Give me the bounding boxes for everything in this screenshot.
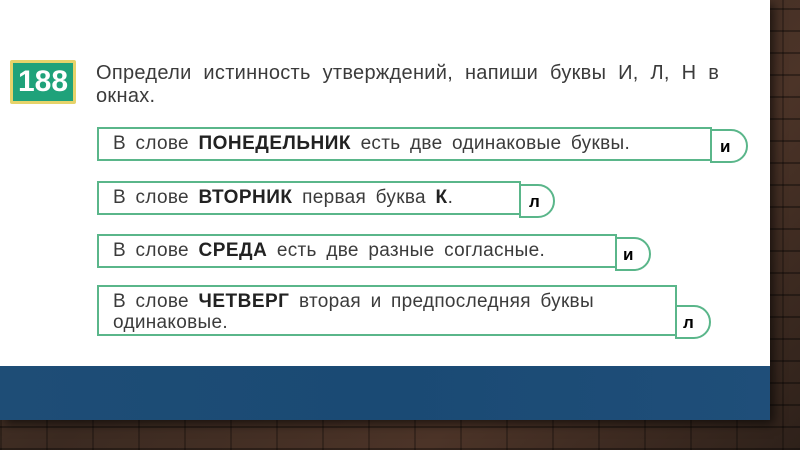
statement-suffix: есть две одинаковые буквы. [360,133,631,154]
answer-letter: л [683,313,694,332]
answer-letter: и [623,245,634,264]
statement-prefix: В слове [113,240,189,261]
slide: 188 Определи истинность утверждений, нап… [0,0,770,420]
slide-header-band [0,0,770,42]
statement-end: . [447,187,454,208]
statement-prefix: В слове [113,291,189,312]
statement-word: ЧЕТВЕРГ [198,291,290,312]
statement-word: ВТОРНИК [198,187,293,208]
task-number-badge: 188 [10,60,76,104]
answer-box-2[interactable]: л [519,184,555,218]
statement-word: СРЕДА [198,240,268,261]
slide-footer-band [0,366,770,420]
statement-prefix: В слове [113,187,189,208]
statement-1: В слове ПОНЕДЕЛЬНИК есть две одинаковые … [97,127,712,161]
statement-2: В слове ВТОРНИК первая буква К. [97,181,521,215]
statement-4: В слове ЧЕТВЕРГ вторая и предпоследняя б… [97,285,677,336]
answer-box-1[interactable]: и [710,129,748,163]
statement-word: ПОНЕДЕЛЬНИК [198,133,351,154]
statement-prefix: В слове [113,133,189,154]
answer-box-3[interactable]: и [615,237,651,271]
statement-3: В слове СРЕДА есть две разные согласные. [97,234,617,268]
answer-letter: и [720,137,731,156]
statement-suffix: есть две разные согласные. [276,240,546,261]
task-instruction: Определи истинность утверждений, напиши … [96,62,720,107]
statement-suffix: первая буква [302,187,426,208]
answer-letter: л [529,192,540,211]
statement-bold-letter: К [435,187,448,208]
answer-box-4[interactable]: л [675,305,711,339]
